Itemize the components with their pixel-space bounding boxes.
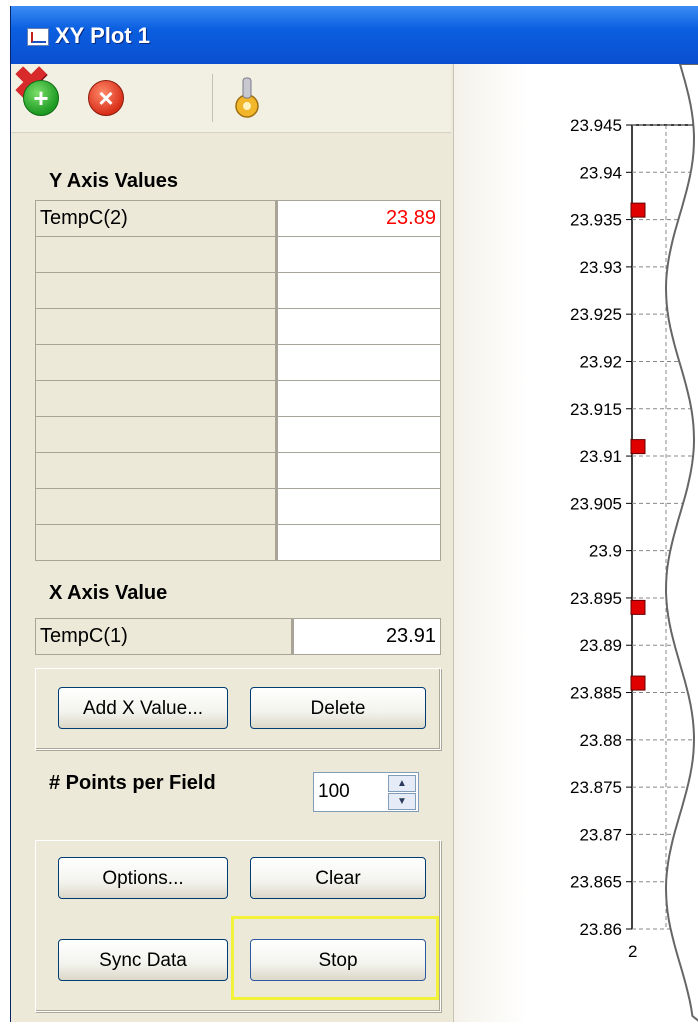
points-per-field-value: 100 xyxy=(318,781,350,802)
x-axis-row[interactable]: TempC(1) 23.91 xyxy=(36,619,440,654)
stop-button-highlight xyxy=(231,916,439,1000)
y-tick-label: 23.865 xyxy=(570,873,622,892)
y-axis-values-label: Y Axis Values xyxy=(49,170,178,192)
y-tick-label: 23.92 xyxy=(579,352,622,371)
y-tick-label: 23.93 xyxy=(579,258,622,277)
x-axis-field-name: TempC(1) xyxy=(36,619,294,654)
y-axis-field-value xyxy=(278,489,440,524)
y-axis-field-name xyxy=(36,453,278,488)
x-axis-field-value: 23.91 xyxy=(294,619,440,654)
x-axis-value-label: X Axis Value xyxy=(49,582,168,604)
y-axis-field-value: 23.89 xyxy=(278,201,440,236)
points-per-field-spinner[interactable]: 100 ▲ ▼ xyxy=(313,772,419,812)
y-tick-label: 23.9 xyxy=(589,542,622,561)
add-x-value-button[interactable]: Add X Value... xyxy=(58,687,228,729)
y-tick-label: 23.875 xyxy=(570,778,622,797)
y-tick-label: 23.935 xyxy=(570,211,622,230)
y-axis-field-name xyxy=(36,345,278,380)
y-axis-field-name xyxy=(36,237,278,272)
y-axis-row[interactable] xyxy=(36,453,440,489)
x-tick-label: 2 xyxy=(628,942,637,961)
toolbar-separator xyxy=(212,74,213,122)
y-axis-field-name xyxy=(36,417,278,452)
xy-plot-window: XY Plot 1 + × ✖ Y Axis Values TempC(2)23… xyxy=(10,6,698,1022)
y-axis-row[interactable] xyxy=(36,309,440,345)
y-axis-row[interactable] xyxy=(36,381,440,417)
y-tick-label: 23.88 xyxy=(579,731,622,750)
properties-icon[interactable] xyxy=(227,76,267,120)
xy-chart: 23.94523.9423.93523.9323.92523.9223.9152… xyxy=(570,64,698,1022)
torn-edge xyxy=(664,64,698,1022)
title-bar[interactable]: XY Plot 1 xyxy=(11,6,698,64)
window-title: XY Plot 1 xyxy=(55,23,150,48)
y-axis-field-value xyxy=(278,453,440,488)
y-tick-label: 23.905 xyxy=(570,494,622,513)
y-axis-field-name xyxy=(36,381,278,416)
y-axis-grid: TempC(2) 23.89 xyxy=(35,200,441,561)
y-axis-field-name xyxy=(36,489,278,524)
y-axis-field-name: TempC(2) xyxy=(36,201,278,236)
add-icon[interactable]: + xyxy=(23,80,59,116)
spin-up-icon[interactable]: ▲ xyxy=(388,775,416,792)
y-axis-row[interactable] xyxy=(36,417,440,453)
data-point-marker xyxy=(630,599,646,615)
clear-button[interactable]: Clear xyxy=(250,857,426,899)
xy-plot-app-icon xyxy=(27,28,49,46)
data-point-marker xyxy=(630,675,646,691)
y-tick-label: 23.895 xyxy=(570,589,622,608)
y-axis-field-value xyxy=(278,345,440,380)
y-axis-field-name xyxy=(36,309,278,344)
y-axis-row[interactable] xyxy=(36,273,440,309)
left-panel: + × ✖ Y Axis Values TempC(2)23.89 X Axis… xyxy=(11,62,451,1022)
y-axis-field-value xyxy=(278,309,440,344)
y-axis-field-name xyxy=(36,525,278,560)
y-axis-row[interactable] xyxy=(36,345,440,381)
y-tick-label: 23.87 xyxy=(579,825,622,844)
y-axis-field-name xyxy=(36,273,278,308)
x-axis-grid: TempC(1) 23.91 xyxy=(35,618,441,655)
options-button[interactable]: Options... xyxy=(58,857,228,899)
y-axis-field-value xyxy=(278,417,440,452)
y-tick-label: 23.925 xyxy=(570,305,622,324)
y-tick-label: 23.89 xyxy=(579,636,622,655)
y-axis-row[interactable] xyxy=(36,525,440,560)
data-point-marker xyxy=(630,439,646,455)
data-point-marker xyxy=(630,202,646,218)
y-axis-field-value xyxy=(278,525,440,560)
y-axis-row[interactable] xyxy=(36,489,440,525)
y-tick-label: 23.945 xyxy=(570,116,622,135)
y-tick-label: 23.885 xyxy=(570,684,622,703)
y-tick-label: 23.86 xyxy=(579,920,622,939)
y-axis-field-value xyxy=(278,273,440,308)
plot-area: 23.945 23.94 23.935 23.93 23.925 23.92 23.915 2… xyxy=(453,64,698,1022)
toolbar: + × ✖ xyxy=(11,62,451,133)
y-axis-row[interactable]: TempC(2) 23.89 xyxy=(36,201,440,237)
delete-button[interactable]: Delete xyxy=(250,687,426,729)
y-tick-label: 23.915 xyxy=(570,400,622,419)
points-per-field-label: # Points per Field xyxy=(49,772,216,794)
y-axis-field-value xyxy=(278,237,440,272)
spin-down-icon[interactable]: ▼ xyxy=(388,793,416,810)
y-tick-label: 23.91 xyxy=(579,447,622,466)
y-axis-field-value xyxy=(278,381,440,416)
x-value-button-group: Add X Value... Delete xyxy=(35,668,441,750)
remove-icon[interactable]: × xyxy=(88,80,124,116)
sync-data-button[interactable]: Sync Data xyxy=(58,939,228,981)
y-axis-row[interactable] xyxy=(36,237,440,273)
y-tick-label: 23.94 xyxy=(579,163,622,182)
